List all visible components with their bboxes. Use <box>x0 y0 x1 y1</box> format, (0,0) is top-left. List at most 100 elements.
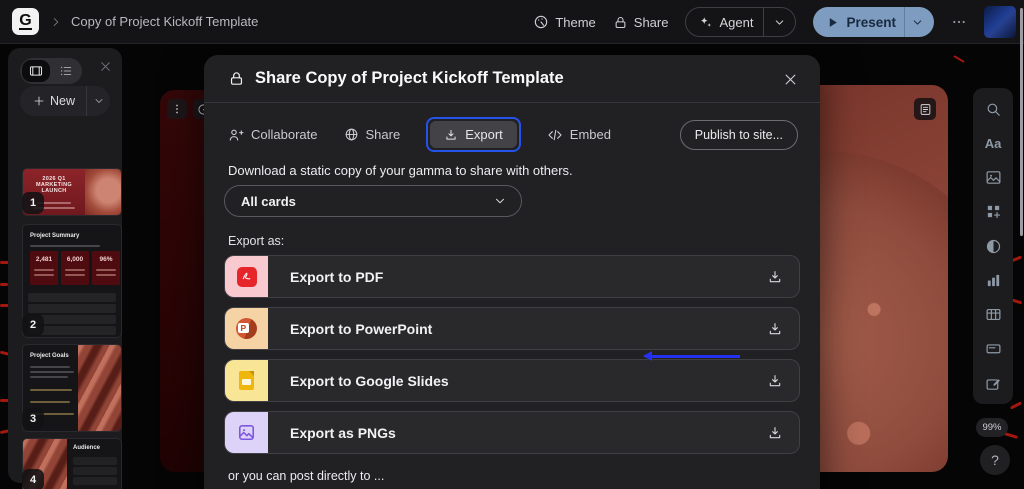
image-icon[interactable] <box>984 169 1002 187</box>
agent-button-group: Agent <box>685 7 796 37</box>
text-style-icon[interactable]: Aa <box>984 134 1002 152</box>
red-streak <box>1010 401 1022 409</box>
card-layout-icon[interactable] <box>984 340 1002 358</box>
red-streak <box>0 283 8 286</box>
document-title: Copy of Project Kickoff Template <box>71 14 258 29</box>
thumb3-title: Project Goals <box>30 353 69 359</box>
chart-icon[interactable] <box>984 271 1002 289</box>
google-slides-icon <box>225 359 268 402</box>
pdf-icon <box>225 255 268 298</box>
agent-dropdown-button[interactable] <box>764 8 795 36</box>
agent-button[interactable]: Agent <box>686 8 763 36</box>
zoom-level-badge[interactable]: 99% <box>976 418 1008 437</box>
help-button[interactable]: ? <box>980 445 1010 475</box>
new-card-dropdown-button[interactable] <box>86 86 110 116</box>
share-label: Share <box>634 15 669 30</box>
download-icon[interactable] <box>751 321 799 337</box>
export-pdf-row[interactable]: Export to PDF <box>224 255 800 298</box>
download-icon[interactable] <box>751 373 799 389</box>
export-description: Download a static copy of your gamma to … <box>228 163 573 178</box>
present-label: Present <box>846 15 896 30</box>
insert-toolbar: Aa <box>973 88 1013 404</box>
sidebar-close-button[interactable] <box>99 60 112 73</box>
tab-export[interactable]: Export <box>430 121 517 148</box>
slide-number-badge: 3 <box>22 408 44 430</box>
new-card-button[interactable]: New <box>20 86 86 116</box>
tab-export-focus-ring: Export <box>426 117 521 152</box>
person-add-icon <box>228 127 244 143</box>
tab-label: Collaborate <box>251 127 318 142</box>
list-view-button[interactable] <box>52 60 80 82</box>
export-google-slides-row[interactable]: Export to Google Slides <box>224 359 800 402</box>
edit-icon[interactable] <box>984 374 1002 392</box>
download-icon <box>444 128 458 142</box>
modal-footer-text: or you can post directly to ... <box>228 469 384 483</box>
gamma-logo[interactable]: G <box>12 8 39 35</box>
share-modal: Share Copy of Project Kickoff Template C… <box>204 55 820 489</box>
tab-label: Embed <box>570 127 611 142</box>
tab-embed[interactable]: Embed <box>547 127 611 143</box>
export-row-label: Export as PNGs <box>268 425 751 441</box>
card-list-sidebar: New 2026 Q1 MARKETING LAUNCH 1 Project S… <box>8 48 122 483</box>
card-notes-button[interactable] <box>914 98 936 120</box>
tab-label: Export <box>465 127 503 142</box>
theme-palette-icon <box>533 14 549 30</box>
sparkle-icon <box>698 15 713 30</box>
tab-share[interactable]: Share <box>344 127 401 142</box>
download-icon[interactable] <box>751 425 799 441</box>
theme-toggle-icon[interactable] <box>984 237 1002 255</box>
slide-number-badge: 4 <box>22 469 44 489</box>
gamma-logo-letter: G <box>19 14 31 30</box>
theme-button[interactable]: Theme <box>533 14 595 30</box>
modal-title: Share Copy of Project Kickoff Template <box>255 69 564 88</box>
top-toolbar: G Copy of Project Kickoff Template Theme… <box>0 0 1024 44</box>
thumb1-image <box>85 169 122 216</box>
view-toggle <box>20 58 82 84</box>
card-kebab-menu-button[interactable] <box>167 99 187 119</box>
globe-icon <box>344 127 359 142</box>
user-avatar[interactable] <box>984 6 1016 38</box>
slide-number-badge: 2 <box>22 314 44 336</box>
cards-range-select[interactable]: All cards <box>224 185 522 217</box>
red-streak <box>953 55 964 63</box>
export-row-label: Export to PowerPoint <box>268 321 751 337</box>
table-icon[interactable] <box>984 306 1002 324</box>
new-card-button-group: New <box>20 86 110 116</box>
export-row-label: Export to PDF <box>268 269 751 285</box>
chevron-down-icon <box>493 194 507 208</box>
download-icon[interactable] <box>751 269 799 285</box>
page-scrollbar[interactable] <box>1020 8 1023 236</box>
present-button-group: Present <box>813 7 934 37</box>
thumb3-image <box>78 345 122 432</box>
more-options-button[interactable] <box>951 14 967 30</box>
share-tabs: Collaborate Share Export Embed <box>228 117 611 152</box>
card-view-button[interactable] <box>22 60 50 82</box>
export-as-label: Export as: <box>228 234 284 248</box>
modal-close-button[interactable] <box>779 68 802 91</box>
play-icon <box>826 16 839 29</box>
cards-range-value: All cards <box>241 194 296 209</box>
publish-to-site-button[interactable]: Publish to site... <box>680 120 798 150</box>
red-streak <box>1012 299 1022 305</box>
modal-divider <box>204 102 820 103</box>
export-powerpoint-row[interactable]: P Export to PowerPoint <box>224 307 800 350</box>
add-blocks-icon[interactable] <box>984 203 1002 221</box>
lock-icon <box>613 15 628 30</box>
powerpoint-icon: P <box>225 307 268 350</box>
thumb2-title: Project Summary <box>30 233 79 239</box>
present-dropdown-button[interactable] <box>904 7 934 37</box>
slide-number-badge: 1 <box>22 192 44 214</box>
present-button[interactable]: Present <box>813 7 904 37</box>
tab-collaborate[interactable]: Collaborate <box>228 127 318 143</box>
app-screen: G Copy of Project Kickoff Template Theme… <box>0 0 1024 489</box>
new-card-label: New <box>50 94 75 108</box>
breadcrumb-chevron-icon <box>49 15 63 29</box>
theme-label: Theme <box>555 15 595 30</box>
png-image-icon <box>225 411 268 454</box>
export-row-label: Export to Google Slides <box>268 373 751 389</box>
code-icon <box>547 127 563 143</box>
search-icon[interactable] <box>984 100 1002 118</box>
export-pngs-row[interactable]: Export as PNGs <box>224 411 800 454</box>
thumb4-title: Audience <box>73 445 100 451</box>
share-button[interactable]: Share <box>613 15 669 30</box>
